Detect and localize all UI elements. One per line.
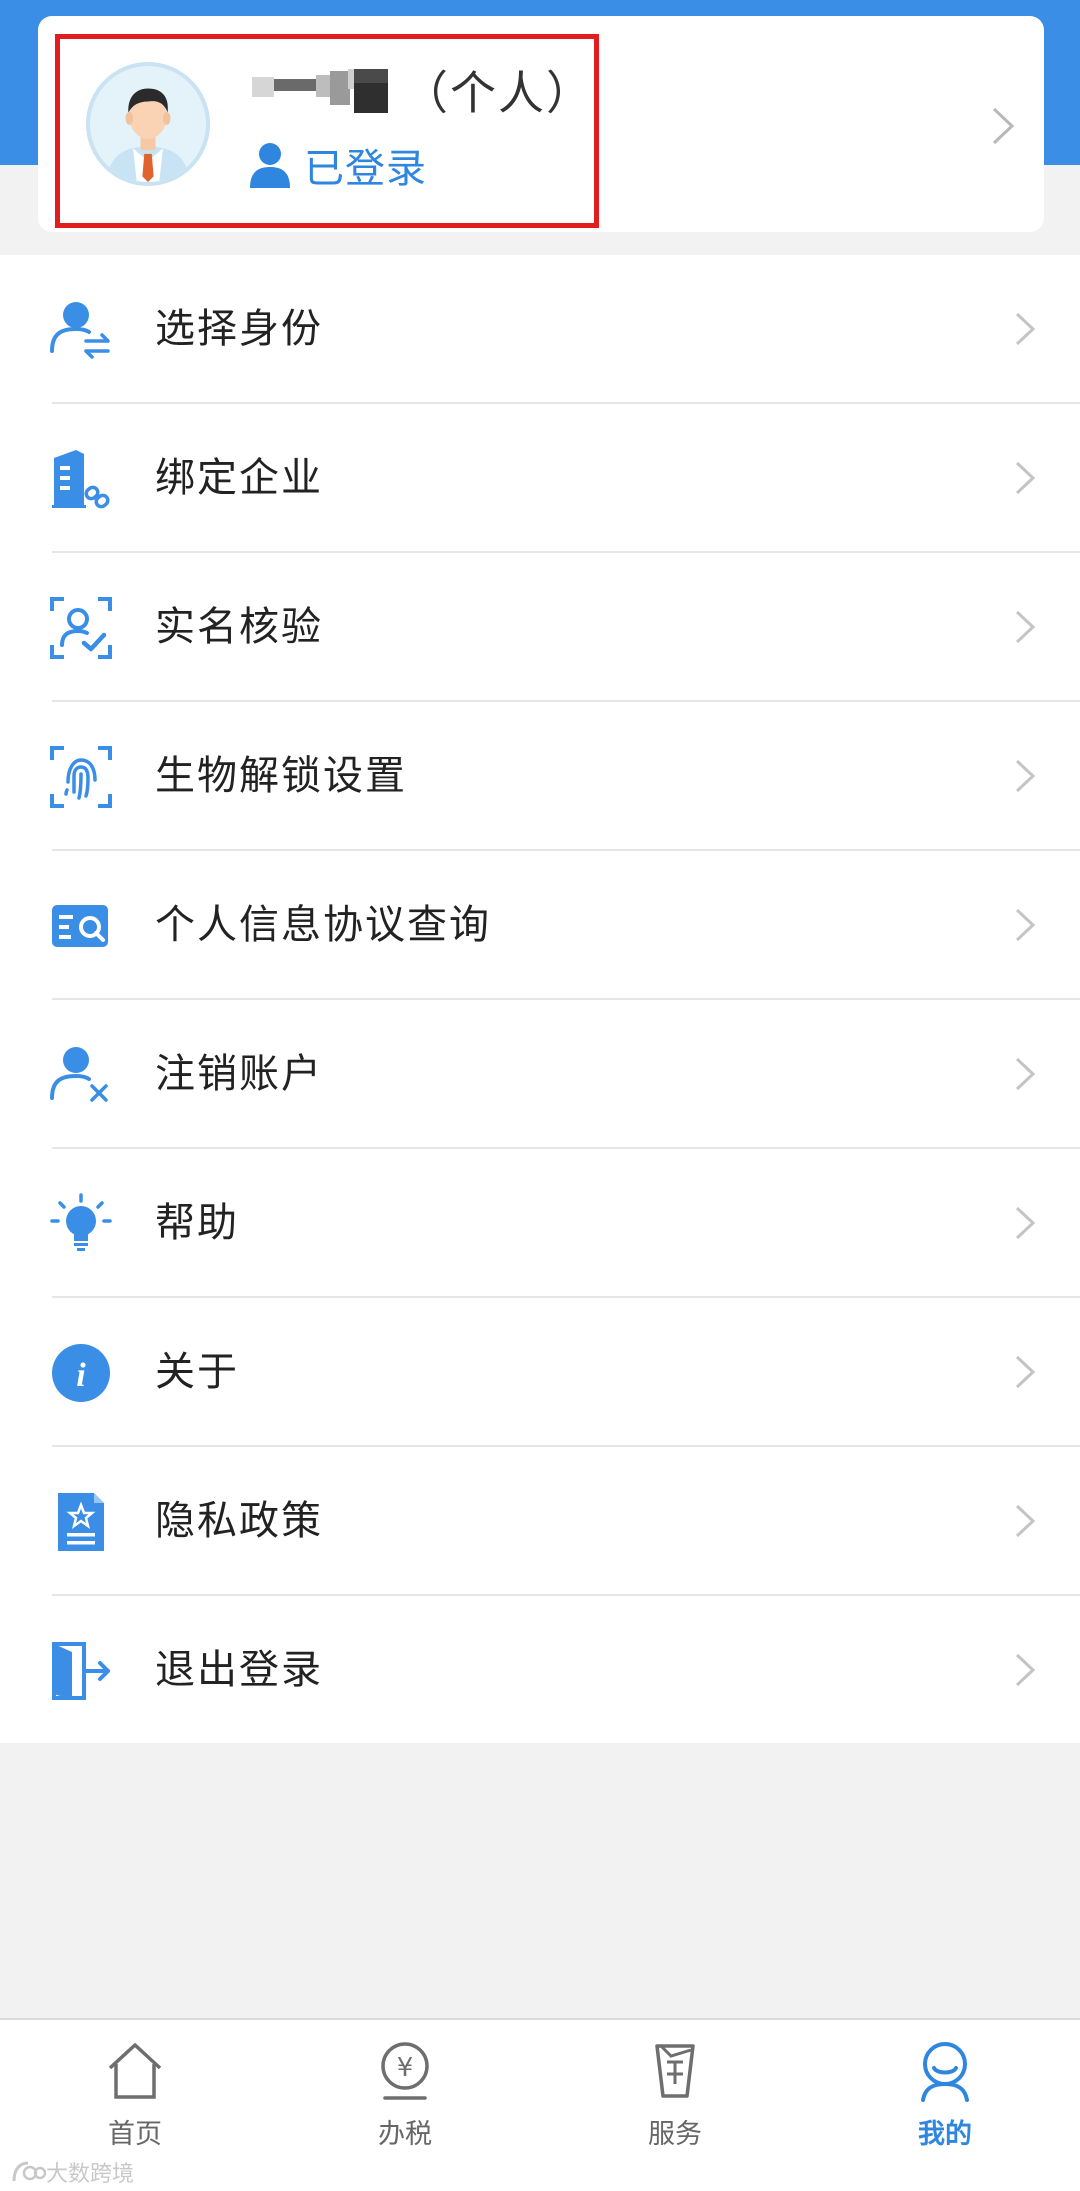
watermark-logo-icon	[12, 2161, 46, 2182]
chevron-right-icon	[1015, 759, 1036, 793]
chevron-right-icon	[1015, 908, 1036, 942]
bottom-nav: 首页 ¥ 办税 服务 我的	[0, 2018, 1080, 2191]
menu-item-label: 隐私政策	[155, 1498, 323, 1544]
nav-label: 我的	[918, 2119, 972, 2150]
menu-item-label: 生物解锁设置	[155, 753, 407, 799]
account-type-label: （个人）	[402, 66, 594, 120]
chevron-right-icon	[1015, 610, 1036, 644]
menu-item-logout[interactable]: 退出登录	[0, 1596, 1080, 1745]
masked-name	[252, 65, 388, 115]
watermark: 大数跨境	[10, 2156, 134, 2188]
nav-tab-service[interactable]: 服务	[540, 2020, 810, 2191]
chevron-right-icon	[1015, 1355, 1036, 1389]
chevron-right-icon	[1015, 461, 1036, 495]
fingerprint-icon	[50, 746, 112, 808]
svg-text:¥: ¥	[397, 2053, 414, 2083]
avatar	[86, 62, 210, 186]
svg-text:i: i	[76, 1357, 86, 1394]
switch-identity-icon	[50, 302, 110, 359]
chevron-right-icon	[1015, 1504, 1036, 1538]
user-icon	[250, 143, 290, 188]
menu-item-label: 选择身份	[155, 306, 323, 352]
bind-enterprise-icon	[52, 450, 110, 509]
home-icon	[108, 2043, 162, 2099]
menu-item-help[interactable]: 帮助	[0, 1149, 1080, 1298]
chevron-right-icon[interactable]	[990, 106, 1016, 146]
menu-item-privacy-agreement-query[interactable]: 个人信息协议查询	[0, 851, 1080, 1000]
menu-item-label: 实名核验	[155, 604, 323, 650]
service-icon	[655, 2044, 695, 2098]
lightbulb-icon	[50, 1193, 112, 1251]
logout-icon	[52, 1642, 110, 1700]
chevron-right-icon	[1015, 1653, 1036, 1687]
login-status-text: 已登录	[304, 146, 427, 192]
nav-label: 办税	[378, 2119, 432, 2150]
menu-item-label: 退出登录	[155, 1647, 323, 1693]
menu-item-cancel-account[interactable]: 注销账户	[0, 1000, 1080, 1149]
menu-item-privacy-policy[interactable]: 隐私政策	[0, 1447, 1080, 1596]
watermark-text: 大数跨境	[46, 2162, 135, 2187]
menu-item-biometric-unlock[interactable]: 生物解锁设置	[0, 702, 1080, 851]
privacy-document-icon	[58, 1493, 104, 1551]
nav-label: 服务	[648, 2119, 702, 2150]
nav-tab-tax[interactable]: ¥ 办税	[270, 2020, 540, 2191]
info-icon: i	[52, 1344, 110, 1402]
agreement-search-icon	[52, 905, 108, 947]
chevron-right-icon	[1015, 1206, 1036, 1240]
chevron-right-icon	[1015, 312, 1036, 346]
login-status: 已登录	[250, 136, 427, 194]
chevron-right-icon	[1015, 1057, 1036, 1091]
user-avatar-icon	[90, 66, 206, 182]
menu-item-real-name-verify[interactable]: 实名核验	[0, 553, 1080, 702]
menu-item-label: 帮助	[155, 1200, 239, 1246]
nav-label: 首页	[108, 2119, 162, 2150]
menu-item-about[interactable]: i 关于	[0, 1298, 1080, 1447]
face-verify-icon	[50, 597, 112, 659]
cancel-account-icon	[50, 1047, 108, 1102]
tax-icon: ¥	[381, 2042, 429, 2100]
user-name: （个人）	[252, 60, 594, 120]
nav-tab-profile[interactable]: 我的	[810, 2020, 1080, 2191]
menu-item-label: 绑定企业	[155, 455, 323, 501]
menu-item-label: 注销账户	[155, 1051, 323, 1097]
menu-item-bind-enterprise[interactable]: 绑定企业	[0, 404, 1080, 553]
profile-icon	[921, 2042, 969, 2102]
menu-list: 选择身份 绑定企业 实名核验 生物解锁设置 个人信息协议查询 注销账户 帮助 i…	[0, 255, 1080, 1743]
menu-item-select-identity[interactable]: 选择身份	[0, 255, 1080, 404]
menu-item-label: 关于	[155, 1349, 239, 1395]
menu-item-label: 个人信息协议查询	[155, 902, 491, 948]
